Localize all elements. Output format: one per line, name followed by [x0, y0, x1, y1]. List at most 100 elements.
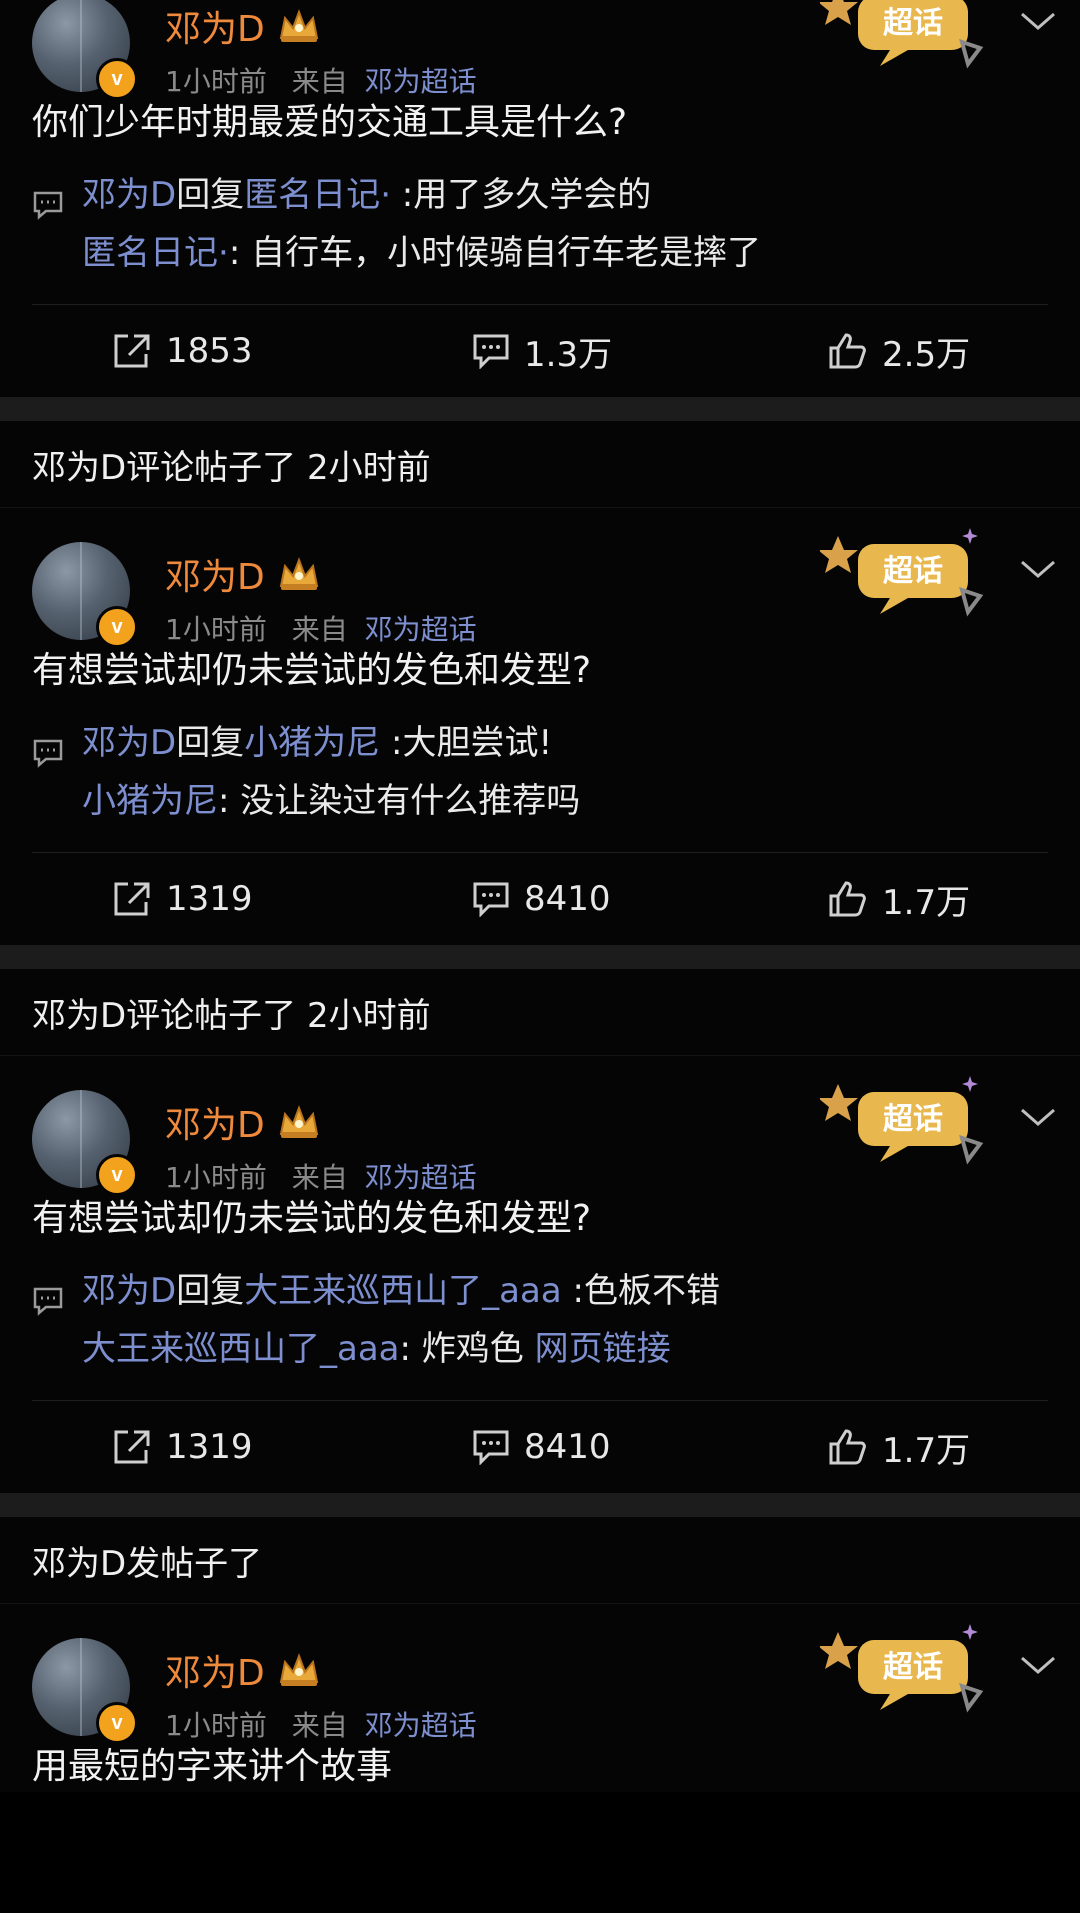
author-name[interactable]: 邓为D: [165, 0, 321, 52]
from-label: 来自: [291, 1709, 348, 1742]
reply-line[interactable]: 大王来巡西山了_aaa: 炸鸡色 网页链接: [32, 1320, 1048, 1378]
like-button[interactable]: 1.7万: [828, 1423, 970, 1472]
source-link[interactable]: 邓为超话: [365, 1709, 477, 1742]
chevron-down-icon[interactable]: [1018, 554, 1058, 584]
post-time: 1小时前: [165, 613, 267, 646]
author-name-text[interactable]: 邓为D: [165, 548, 265, 600]
from-label: 来自: [291, 613, 348, 646]
reply-author-link[interactable]: 邓为D: [82, 1271, 176, 1311]
chaohua-label: 超话: [883, 554, 943, 589]
post-time: 1小时前: [165, 65, 267, 98]
reply-target-link[interactable]: 大王来巡西山了_aaa: [244, 1271, 562, 1311]
repost-button[interactable]: 1319: [112, 879, 253, 919]
post-text[interactable]: 有想尝试却仍未尝试的发色和发型?: [0, 646, 1080, 696]
post-text[interactable]: 你们少年时期最爱的交通工具是什么?: [0, 98, 1080, 148]
comment-sep: :: [399, 1329, 422, 1369]
reply-target-link[interactable]: 小猪为尼: [244, 723, 380, 763]
author-name[interactable]: 邓为D: [165, 1644, 321, 1696]
chaohua-icon[interactable]: 超话: [818, 1622, 990, 1722]
reply-comment-icon: [32, 1276, 64, 1316]
activity-header: 邓为D评论帖子了 2小时前: [0, 969, 1080, 1056]
reply-line[interactable]: 匿名日记·: 自行车，小时候骑自行车老是摔了: [32, 224, 1048, 282]
comment-count: 8410: [524, 1427, 611, 1467]
post-meta: 1小时前 来自 邓为超话: [165, 60, 477, 100]
like-icon: [829, 1429, 866, 1465]
activity-header: 邓为D发帖子了: [0, 1517, 1080, 1604]
crown-icon: [277, 1104, 321, 1140]
reply-author-link[interactable]: 邓为D: [82, 175, 176, 215]
chaohua-label: 超话: [883, 1102, 943, 1137]
reply-target-link[interactable]: 匿名日记: [244, 175, 380, 215]
repost-button[interactable]: 1319: [112, 1427, 253, 1467]
reply-content: 用了多久学会的: [413, 175, 652, 215]
card-gap: [0, 945, 1080, 969]
repost-button[interactable]: 1853: [112, 331, 253, 371]
post-time: 1小时前: [165, 1709, 267, 1742]
comment-count: 8410: [524, 879, 611, 919]
chevron-down-icon[interactable]: [1018, 1650, 1058, 1680]
repost-icon: [114, 882, 150, 916]
author-name[interactable]: 邓为D: [165, 548, 321, 600]
feed-card[interactable]: 邓为D评论帖子了 2小时前 v 邓为D 1小时前 来自 邓为超话 超话 有想尝试…: [0, 969, 1080, 1493]
comment-sep: :: [218, 781, 241, 821]
comment-content: 炸鸡色: [421, 1329, 535, 1369]
repost-count: 1853: [166, 331, 253, 371]
source-link[interactable]: 邓为超话: [365, 1161, 477, 1194]
post-text[interactable]: 用最短的字来讲个故事: [0, 1742, 1080, 1792]
reply-line[interactable]: 邓为D回复匿名日记· :用了多久学会的: [32, 166, 1048, 224]
comment-button[interactable]: 8410: [472, 1427, 611, 1467]
reply-preview[interactable]: 邓为D回复匿名日记· :用了多久学会的 匿名日记·: 自行车，小时候骑自行车老是…: [0, 148, 1080, 282]
reply-verb: 回复: [176, 175, 245, 215]
verified-badge-icon: v: [96, 1702, 138, 1744]
post-meta: 1小时前 来自 邓为超话: [165, 1156, 477, 1196]
source-link[interactable]: 邓为超话: [365, 65, 477, 98]
comment-author-link[interactable]: 匿名日记: [82, 233, 218, 273]
comment-icon: [473, 1430, 509, 1465]
post[interactable]: v 邓为D 1小时前 来自 邓为超话: [0, 0, 1080, 397]
reply-line[interactable]: 邓为D回复大王来巡西山了_aaa :色板不错: [32, 1262, 1048, 1320]
chevron-down-icon[interactable]: [1018, 6, 1058, 36]
like-button[interactable]: 2.5万: [828, 327, 970, 376]
like-button[interactable]: 1.7万: [828, 875, 970, 924]
post[interactable]: v 邓为D 1小时前 来自 邓为超话: [0, 1604, 1080, 1792]
comment-author-suffix: ·: [218, 233, 229, 273]
post[interactable]: v 邓为D 1小时前 来自 邓为超话: [0, 1056, 1080, 1493]
reply-author-link[interactable]: 邓为D: [82, 723, 176, 763]
feed-card[interactable]: 邓为D发帖子了 v 邓为D 1小时前 来自 邓为超话 超话 用最短的字来讲个故事: [0, 1517, 1080, 1792]
feed-card[interactable]: v 邓为D 1小时前 来自 邓为超话 超话 你们少年时期最爱的交通工具是什么? …: [0, 0, 1080, 397]
post[interactable]: v 邓为D 1小时前 来自 邓为超话: [0, 508, 1080, 945]
chevron-down-icon[interactable]: [1018, 1102, 1058, 1132]
comment-button[interactable]: 1.3万: [472, 327, 612, 376]
chaohua-icon[interactable]: 超话: [818, 1074, 990, 1174]
feed-card[interactable]: 邓为D评论帖子了 2小时前 v 邓为D 1小时前 来自 邓为超话 超话 有想尝试…: [0, 421, 1080, 945]
comment-author-link[interactable]: 小猪为尼: [82, 781, 218, 821]
chaohua-label: 超话: [883, 1650, 943, 1685]
action-bar: 1319 8410 1.7万: [0, 1401, 1080, 1493]
reply-sep: :: [561, 1271, 584, 1311]
from-label: 来自: [291, 65, 348, 98]
like-count: 1.7万: [882, 1430, 971, 1471]
source-link[interactable]: 邓为超话: [365, 613, 477, 646]
comment-button[interactable]: 8410: [472, 879, 611, 919]
reply-content: 色板不错: [583, 1271, 720, 1311]
author-name[interactable]: 邓为D: [165, 1096, 321, 1148]
author-name-text[interactable]: 邓为D: [165, 1096, 265, 1148]
reply-comment-icon: [32, 180, 64, 220]
reply-line[interactable]: 邓为D回复小猪为尼 :大胆尝试!: [32, 714, 1048, 772]
reply-preview[interactable]: 邓为D回复大王来巡西山了_aaa :色板不错 大王来巡西山了_aaa: 炸鸡色 …: [0, 1244, 1080, 1378]
web-link[interactable]: 网页链接: [535, 1329, 671, 1369]
author-name-text[interactable]: 邓为D: [165, 1644, 265, 1696]
card-gap: [0, 1493, 1080, 1517]
action-bar: 1319 8410 1.7万: [0, 853, 1080, 945]
chaohua-icon[interactable]: 超话: [818, 526, 990, 626]
post-text[interactable]: 有想尝试却仍未尝试的发色和发型?: [0, 1194, 1080, 1244]
crown-icon: [277, 8, 321, 44]
comment-author-link[interactable]: 大王来巡西山了_aaa: [82, 1329, 400, 1369]
reply-line[interactable]: 小猪为尼: 没让染过有什么推荐吗: [32, 772, 1048, 830]
reply-preview[interactable]: 邓为D回复小猪为尼 :大胆尝试! 小猪为尼: 没让染过有什么推荐吗: [0, 696, 1080, 830]
verified-badge-icon: v: [96, 606, 138, 648]
comment-count: 1.3万: [524, 334, 613, 375]
author-name-text[interactable]: 邓为D: [165, 0, 265, 52]
chaohua-icon[interactable]: 超话: [818, 0, 990, 78]
like-icon: [829, 881, 866, 917]
